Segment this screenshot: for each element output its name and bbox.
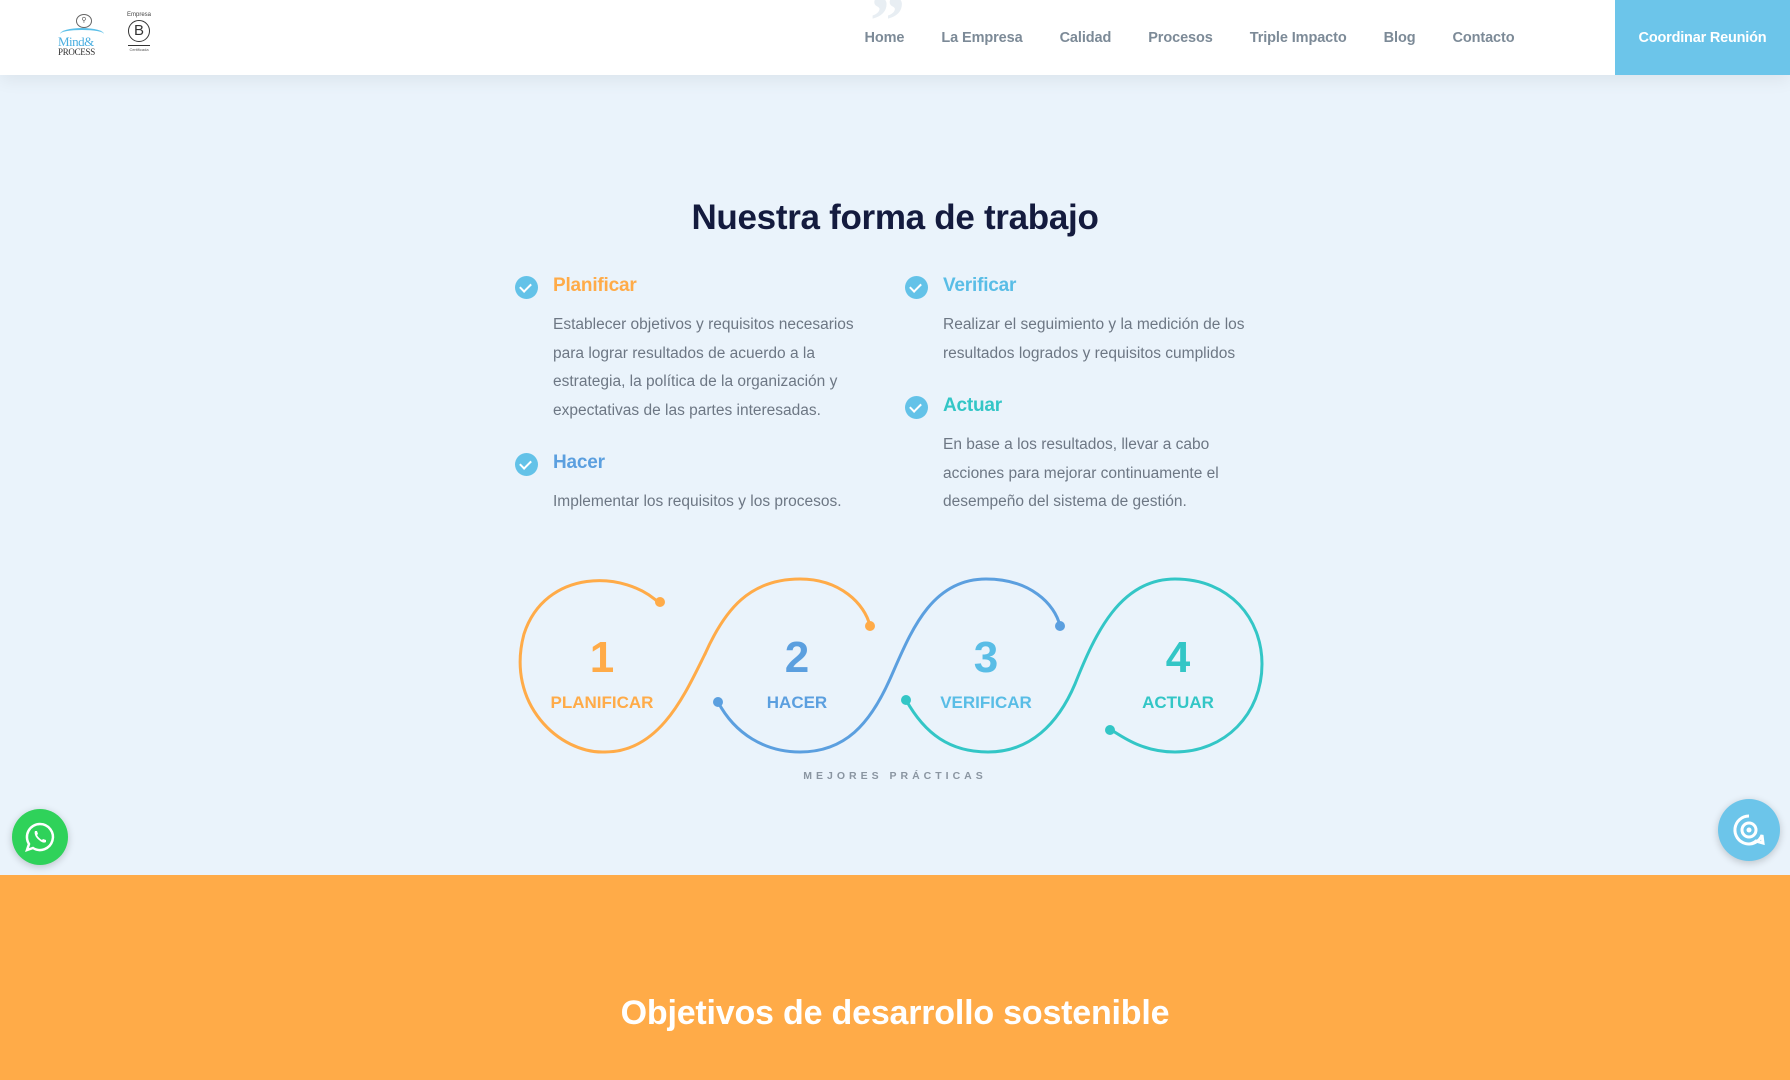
nav-item-la-empresa[interactable]: La Empresa: [923, 30, 1041, 46]
sdg-title: Objetivos de desarrollo sostenible: [620, 994, 1170, 1032]
step-description: Realizar el seguimiento y la medición de…: [943, 316, 1245, 362]
dot-hacer: [713, 697, 723, 707]
logo-emblem-icon: ⚲: [76, 14, 92, 28]
stage-number-1: 1: [590, 633, 614, 682]
step-description: Implementar los requisitos y los proceso…: [553, 493, 842, 510]
dot-actuar: [1105, 725, 1115, 735]
mind-process-logo[interactable]: ⚲ Mind& PROCESS: [56, 12, 108, 58]
stage-label-planificar: PLANIFICAR: [551, 693, 654, 712]
b-corp-letter: B: [128, 20, 150, 42]
check-icon: [515, 276, 538, 299]
stage-number-4: 4: [1166, 633, 1191, 682]
dot-verificar: [901, 695, 911, 705]
check-icon: [905, 276, 928, 299]
check-icon: [515, 453, 538, 476]
loop-verificar: [904, 577, 1264, 754]
whatsapp-button[interactable]: [12, 809, 68, 865]
step-description: En base a los resultados, llevar a cabo …: [943, 436, 1219, 510]
loop-hacer: [716, 577, 1062, 754]
chat-support-icon: [1733, 814, 1765, 846]
stage-label-hacer: HACER: [767, 693, 827, 712]
step-label: Planificar: [553, 275, 637, 296]
step-label: Verificar: [943, 275, 1017, 296]
main-nav: Home La Empresa Calidad Procesos Triple …: [846, 0, 1533, 75]
site-header: ⚲ Mind& PROCESS Empresa B Certificada ” …: [0, 0, 1790, 75]
dot-hacer-end: [865, 621, 875, 631]
dot-verificar-end: [1055, 621, 1065, 631]
chat-support-button[interactable]: [1718, 799, 1780, 861]
b-corp-top: Empresa: [126, 12, 151, 18]
step-label: Hacer: [553, 452, 605, 473]
b-corp-divider: [128, 45, 150, 46]
nav-item-contacto[interactable]: Contacto: [1434, 30, 1533, 46]
stage-number-2: 2: [785, 633, 809, 682]
b-corp-logo: Empresa B Certificada: [124, 12, 154, 58]
nav-item-home[interactable]: Home: [846, 30, 923, 46]
sdg-section: Objetivos de desarrollo sostenible: [0, 875, 1790, 1080]
step-description: Establecer objetivos y requisitos necesa…: [553, 316, 854, 419]
stage-number-3: 3: [974, 633, 998, 682]
nav-item-blog[interactable]: Blog: [1365, 30, 1434, 46]
logo-line-2: PROCESS: [58, 47, 95, 57]
check-icon: [905, 396, 928, 419]
step-label: Actuar: [943, 395, 1002, 416]
stage-label-actuar: ACTUAR: [1142, 693, 1214, 712]
nav-item-calidad[interactable]: Calidad: [1041, 30, 1130, 46]
pdca-cycle-diagram: 1 PLANIFICAR 2 HACER 3 VERIFICAR 4 ACTUA…: [518, 577, 1264, 754]
coordinar-reunion-button[interactable]: Coordinar Reunión: [1615, 0, 1790, 75]
whatsapp-icon: [25, 822, 55, 852]
nav-item-triple-impacto[interactable]: Triple Impacto: [1231, 30, 1365, 46]
stage-label-verificar: VERIFICAR: [940, 693, 1032, 712]
logo-area[interactable]: ⚲ Mind& PROCESS Empresa B Certificada: [56, 10, 154, 60]
b-corp-bottom: Certificada: [129, 47, 149, 52]
section-title: Nuestra forma de trabajo: [691, 198, 1099, 237]
nav-item-procesos[interactable]: Procesos: [1130, 30, 1232, 46]
diagram-caption: MEJORES PRÁCTICAS: [803, 770, 987, 782]
dot-planificar: [655, 597, 665, 607]
